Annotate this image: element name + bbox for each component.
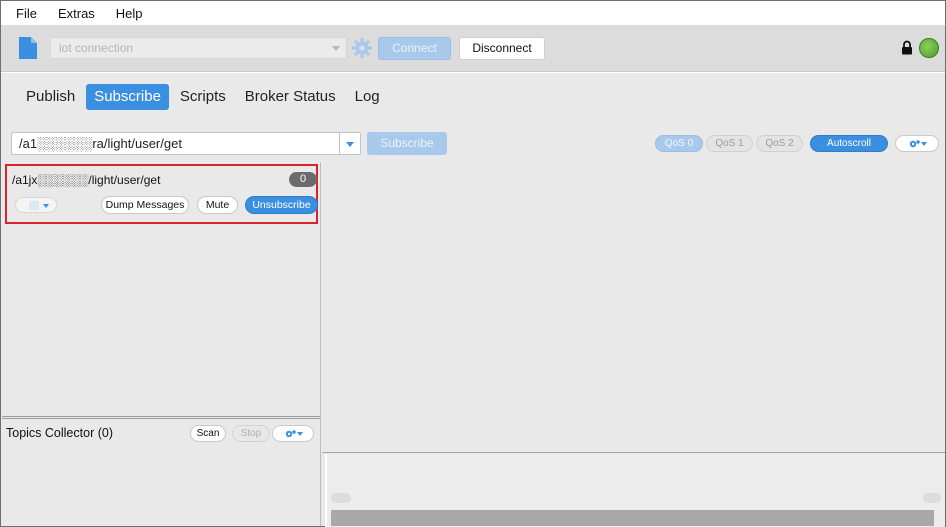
tab-broker-status[interactable]: Broker Status	[237, 84, 344, 110]
main-area: Publish Subscribe Scripts Broker Status …	[1, 73, 945, 527]
collector-options-button[interactable]	[272, 425, 314, 442]
disconnect-button[interactable]: Disconnect	[459, 37, 545, 60]
subscriptions-panel: /a1jx░░░░░░/light/user/get 0 Dump Messag…	[2, 162, 321, 417]
message-header-placeholder	[331, 493, 351, 503]
document-icon[interactable]	[18, 36, 38, 65]
dump-messages-button[interactable]: Dump Messages	[101, 196, 189, 214]
messages-panel	[322, 162, 945, 452]
stop-button[interactable]: Stop	[232, 425, 270, 442]
message-count-badge: 0	[289, 172, 317, 187]
gear-icon[interactable]	[352, 38, 372, 63]
connection-profile-value: iot connection	[59, 41, 134, 55]
unsubscribe-button[interactable]: Unsubscribe	[245, 196, 318, 214]
horizontal-scrollbar[interactable]	[331, 510, 934, 526]
gear-dropdown-icon	[909, 140, 927, 148]
tab-bar: Publish Subscribe Scripts Broker Status …	[18, 84, 391, 110]
connection-status-indicator	[919, 38, 939, 58]
mute-button[interactable]: Mute	[197, 196, 238, 214]
gear-dropdown-icon	[285, 430, 303, 438]
tab-scripts[interactable]: Scripts	[172, 84, 234, 110]
subscription-color-picker[interactable]	[15, 197, 57, 213]
chevron-down-icon	[346, 142, 354, 147]
subscription-topic: /a1jx░░░░░░/light/user/get	[12, 173, 161, 187]
menu-file[interactable]: File	[16, 6, 37, 21]
scan-button[interactable]: Scan	[190, 425, 226, 442]
menu-extras[interactable]: Extras	[58, 6, 95, 21]
message-options-button[interactable]	[895, 135, 939, 152]
tab-publish[interactable]: Publish	[18, 84, 83, 110]
subscribe-button[interactable]: Subscribe	[367, 132, 447, 155]
topic-history-dropdown[interactable]	[339, 132, 361, 155]
qos0-toggle[interactable]: QoS 0	[655, 135, 703, 152]
chevron-down-icon	[332, 46, 340, 51]
chevron-down-icon	[43, 204, 49, 208]
color-swatch	[29, 201, 39, 210]
topics-collector-panel: Topics Collector (0) Scan Stop	[2, 418, 321, 526]
menu-bar: File Extras Help	[1, 1, 945, 25]
tab-subscribe[interactable]: Subscribe	[86, 84, 169, 110]
autoscroll-button[interactable]: Autoscroll	[810, 135, 888, 152]
qos1-toggle[interactable]: QoS 1	[706, 135, 753, 152]
connect-button[interactable]: Connect	[378, 37, 451, 60]
menu-help[interactable]: Help	[116, 6, 143, 21]
message-header-placeholder	[923, 493, 941, 503]
connection-toolbar: iot connection Connect Disconnect	[1, 25, 945, 72]
connection-profile-select[interactable]: iot connection	[50, 37, 347, 59]
topics-collector-title: Topics Collector (0)	[6, 426, 113, 440]
subscription-card: /a1jx░░░░░░/light/user/get 0 Dump Messag…	[5, 164, 318, 224]
qos2-toggle[interactable]: QoS 2	[756, 135, 803, 152]
lock-icon	[901, 40, 913, 60]
subscribe-topic-input[interactable]: /a1░░░░░░ra/light/user/get	[11, 132, 339, 155]
tab-log[interactable]: Log	[347, 84, 388, 110]
